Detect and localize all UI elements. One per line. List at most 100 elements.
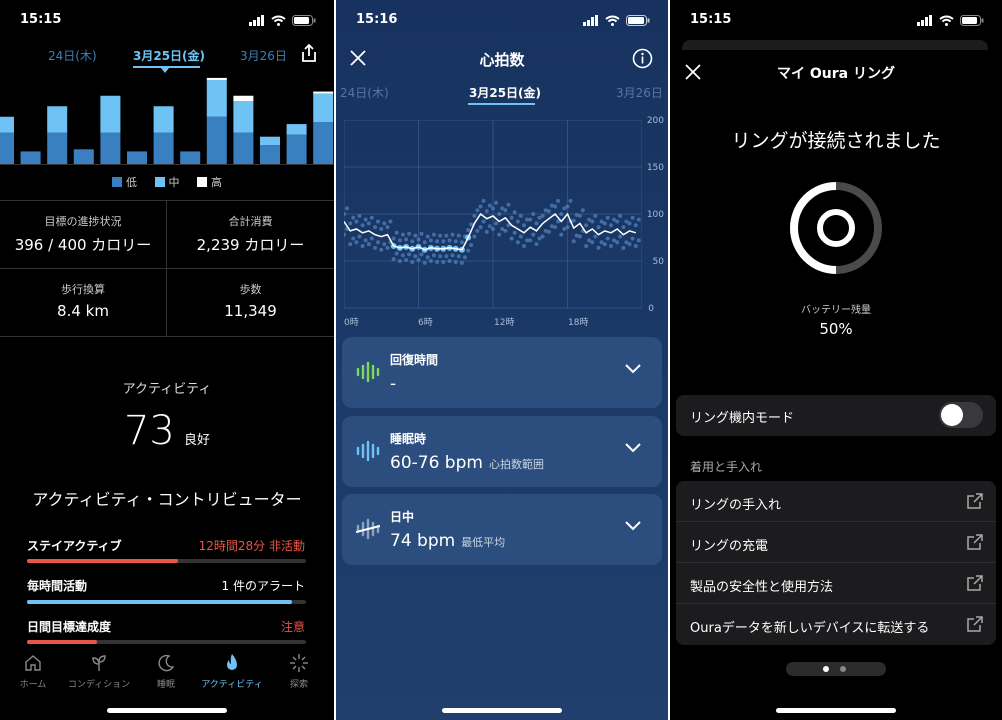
hr-range-dot	[344, 232, 346, 237]
info-icon[interactable]	[632, 48, 653, 69]
battery-ring	[790, 182, 882, 274]
bar-3-0	[73, 149, 94, 164]
contributor-stay-active-bar	[27, 559, 178, 563]
flight-mode-toggle[interactable]	[939, 402, 983, 428]
daytime-hr-card[interactable]: 日中 74 bpm 最低平均	[342, 494, 662, 565]
hr-range-dot	[450, 253, 455, 258]
nav-sleep[interactable]: 睡眠	[133, 653, 199, 690]
hr-range-dot	[559, 212, 564, 216]
hr-range-dot	[469, 243, 474, 248]
legend-mid: 中	[168, 176, 180, 189]
hr-range-dot	[494, 200, 498, 205]
battery-value: 50%	[819, 320, 853, 338]
hr-range-dot	[397, 259, 402, 263]
contributor-stay-active-value: 12時間28分 非活動	[198, 539, 305, 553]
date-tab-next[interactable]: 3月26日	[616, 84, 663, 101]
hr-range-dot	[400, 232, 405, 237]
home-icon	[25, 655, 41, 671]
battery-icon	[292, 15, 316, 26]
date-tab-prev[interactable]: 24日(木)	[48, 47, 97, 64]
bar-10-0	[260, 145, 280, 164]
hr-range-dot	[351, 236, 356, 241]
contributor-stay-active[interactable]: ステイアクティブ	[27, 537, 122, 554]
hr-range-dot	[354, 240, 359, 245]
bar-9-0	[233, 132, 254, 164]
hr-range-dot	[618, 213, 623, 218]
hr-range-dot	[431, 253, 436, 258]
hr-range-dot	[522, 243, 527, 248]
status-time: 15:15	[20, 12, 62, 27]
bar-12-1	[313, 93, 334, 122]
sleep-hr-card[interactable]: 睡眠時 60-76 bpm 心拍数範囲	[342, 416, 662, 487]
heart-rate-chart	[344, 120, 642, 309]
date-tab-prev[interactable]: 24日(木)	[340, 84, 389, 101]
hr-range-dot	[577, 234, 582, 239]
date-tab-current[interactable]: 3月25日(金)	[133, 47, 205, 64]
link-product-safety[interactable]: 製品の安全性と使用方法	[676, 563, 996, 604]
hr-range-dot	[400, 253, 405, 258]
nav-home[interactable]: ホーム	[0, 653, 66, 690]
share-icon[interactable]	[299, 43, 319, 63]
x-tick-18: 18時	[568, 318, 589, 328]
bar-7-0	[180, 151, 201, 164]
legend-low: 低	[126, 176, 137, 189]
hr-range-dot	[509, 236, 514, 241]
hr-range-dot	[369, 215, 374, 220]
activity-screen: 15:15 24日(木) 3月25日(金) 3月26日 低 中 高 目標の進捗状…	[0, 0, 334, 720]
date-tab-current[interactable]: 3月25日(金)	[469, 84, 541, 101]
link-ring-care[interactable]: リングの手入れ	[676, 481, 996, 522]
home-indicator	[107, 708, 227, 713]
hr-range-dot	[425, 234, 430, 239]
hr-range-dot	[344, 212, 346, 216]
link-transfer-data[interactable]: Ouraデータを新しいデバイスに転送する	[676, 604, 996, 645]
page-indicator[interactable]	[786, 662, 886, 676]
hr-range-dot	[593, 234, 598, 239]
sleep-hr-icon	[356, 440, 380, 462]
nav-readiness[interactable]: コンディション	[66, 653, 132, 690]
legend-high: 高	[211, 176, 222, 189]
hr-range-dot	[438, 233, 443, 238]
hr-range-dot	[444, 233, 449, 238]
external-link-icon	[967, 534, 983, 550]
hr-range-dot	[621, 245, 626, 250]
page-title: 心拍数	[479, 51, 525, 69]
hr-range-dot	[540, 213, 545, 218]
recovery-card[interactable]: 回復時間 -	[342, 337, 662, 408]
contributor-hourly[interactable]: 毎時間活動	[27, 577, 87, 594]
hr-range-dot	[435, 259, 440, 264]
hr-range-dot	[522, 223, 527, 228]
bar-4-0	[100, 132, 121, 164]
link-ring-charging[interactable]: リングの充電	[676, 522, 996, 563]
hr-range-dot	[627, 242, 632, 247]
hr-range-dot	[475, 208, 480, 213]
hr-range-dot	[357, 213, 362, 218]
hr-range-dot	[577, 213, 582, 218]
home-indicator	[776, 708, 896, 713]
contributor-daily-goal[interactable]: 日間目標達成度	[27, 618, 111, 635]
hr-range-dot	[348, 242, 353, 247]
hr-range-dot	[410, 239, 415, 244]
hr-range-dot	[546, 209, 551, 214]
external-link-icon	[967, 616, 983, 632]
hr-range-dot	[354, 219, 359, 224]
hr-range-dot	[512, 230, 517, 235]
hr-range-dot	[593, 213, 598, 218]
y-tick-200: 200	[646, 116, 664, 126]
hr-range-dot	[351, 215, 356, 220]
date-tab-next[interactable]: 3月26日	[240, 47, 287, 64]
hr-range-dot	[391, 236, 396, 241]
hr-range-dot	[466, 248, 471, 253]
hr-range-dot	[528, 217, 533, 222]
hr-range-dot	[382, 221, 387, 226]
bar-1-0	[20, 151, 41, 164]
hr-range-dot	[447, 259, 452, 263]
sprout-icon	[92, 655, 106, 671]
hr-range-dot	[605, 215, 610, 220]
nav-activity[interactable]: アクティビティ	[199, 653, 265, 690]
hr-range-dot	[503, 228, 508, 233]
bar-6-0	[153, 132, 174, 164]
hr-range-dot	[379, 227, 384, 232]
hr-range-dot	[627, 221, 632, 226]
nav-explore[interactable]: 探索	[266, 653, 332, 690]
contributors-title: アクティビティ・コントリビューター	[32, 490, 302, 509]
